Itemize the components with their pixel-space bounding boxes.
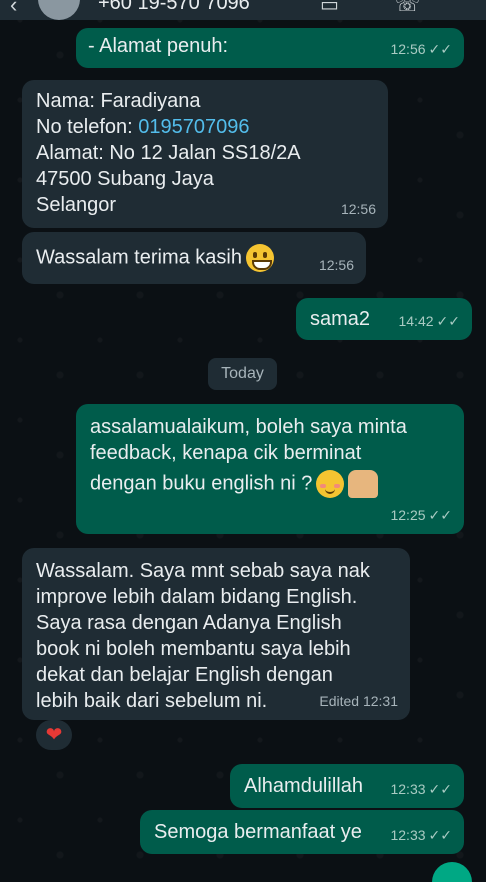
read-ticks-icon: ✓✓ — [428, 781, 452, 797]
message-text: Alamat: No 12 Jalan SS18/2A — [36, 142, 301, 164]
outgoing-message[interactable]: Alhamdulillah 12:33 ✓✓ — [230, 764, 464, 808]
outgoing-message[interactable]: sama2 14:42 ✓✓ — [296, 298, 472, 340]
message-time: 12:56 — [318, 257, 354, 273]
outgoing-message[interactable]: - Alamat penuh: 12:56 ✓✓ — [76, 28, 464, 68]
message-text: dekat dan belajar English dengan — [36, 664, 333, 686]
incoming-message[interactable]: Nama: Faradiyana No telefon: 0195707096 … — [22, 80, 388, 228]
message-text: Wassalam. Saya mnt sebab saya nak — [36, 560, 370, 582]
message-text: feedback, kenapa cik berminat — [90, 442, 362, 464]
message-text: Nama: Faradiyana — [36, 90, 201, 112]
message-time: Edited 12:31 — [319, 693, 398, 709]
date-divider: Today — [208, 358, 277, 390]
message-text: No telefon: 0195707096 — [36, 116, 250, 138]
smiling-blush-icon — [316, 470, 345, 498]
phone-icon[interactable]: ☏ — [395, 0, 420, 17]
video-call-icon[interactable]: ▭ — [320, 0, 339, 17]
message-time: 14:42 ✓✓ — [398, 313, 460, 329]
outgoing-message[interactable]: Semoga bermanfaat ye 12:33 ✓✓ — [140, 810, 464, 854]
read-ticks-icon: ✓✓ — [428, 827, 452, 843]
heart-reaction-icon: ❤ — [45, 724, 63, 746]
read-ticks-icon: ✓✓ — [428, 507, 452, 523]
message-reaction[interactable]: ❤ — [36, 720, 72, 750]
message-text: Saya rasa dengan Adanya English — [36, 612, 342, 634]
message-text: assalamualaikum, boleh saya minta — [90, 416, 407, 438]
message-time: 12:33 ✓✓ — [390, 781, 452, 797]
message-text: dengan buku english ni ? — [90, 470, 450, 498]
phone-link[interactable]: 0195707096 — [138, 116, 249, 138]
grinning-face-icon — [245, 244, 274, 272]
message-time: 12:25 ✓✓ — [390, 507, 452, 523]
message-text: book ni boleh membantu saya lebih — [36, 638, 351, 660]
avatar[interactable] — [38, 0, 80, 20]
message-text: improve lebih dalam bidang English. — [36, 586, 358, 608]
message-time: 12:33 ✓✓ — [390, 827, 452, 843]
read-ticks-icon: ✓✓ — [436, 313, 460, 329]
message-time: 12:56 — [340, 201, 376, 217]
message-text: Wassalam terima kasih — [36, 244, 352, 272]
read-ticks-icon: ✓✓ — [428, 41, 452, 57]
message-text: Selangor — [36, 194, 117, 216]
message-time: 12:56 ✓✓ — [390, 41, 452, 57]
message-text: 47500 Subang Jaya — [36, 168, 214, 190]
outgoing-message[interactable]: assalamualaikum, boleh saya minta feedba… — [76, 404, 464, 534]
chat-header: ‹ +60 19-570 7096 ▭ ☏ — [0, 0, 486, 20]
contact-number[interactable]: +60 19-570 7096 — [98, 0, 250, 15]
back-arrow-icon[interactable]: ‹ — [10, 0, 17, 18]
raised-hands-icon — [348, 470, 379, 498]
incoming-message[interactable]: Wassalam. Saya mnt sebab saya nak improv… — [22, 548, 410, 720]
incoming-message[interactable]: Wassalam terima kasih 12:56 — [22, 232, 366, 284]
